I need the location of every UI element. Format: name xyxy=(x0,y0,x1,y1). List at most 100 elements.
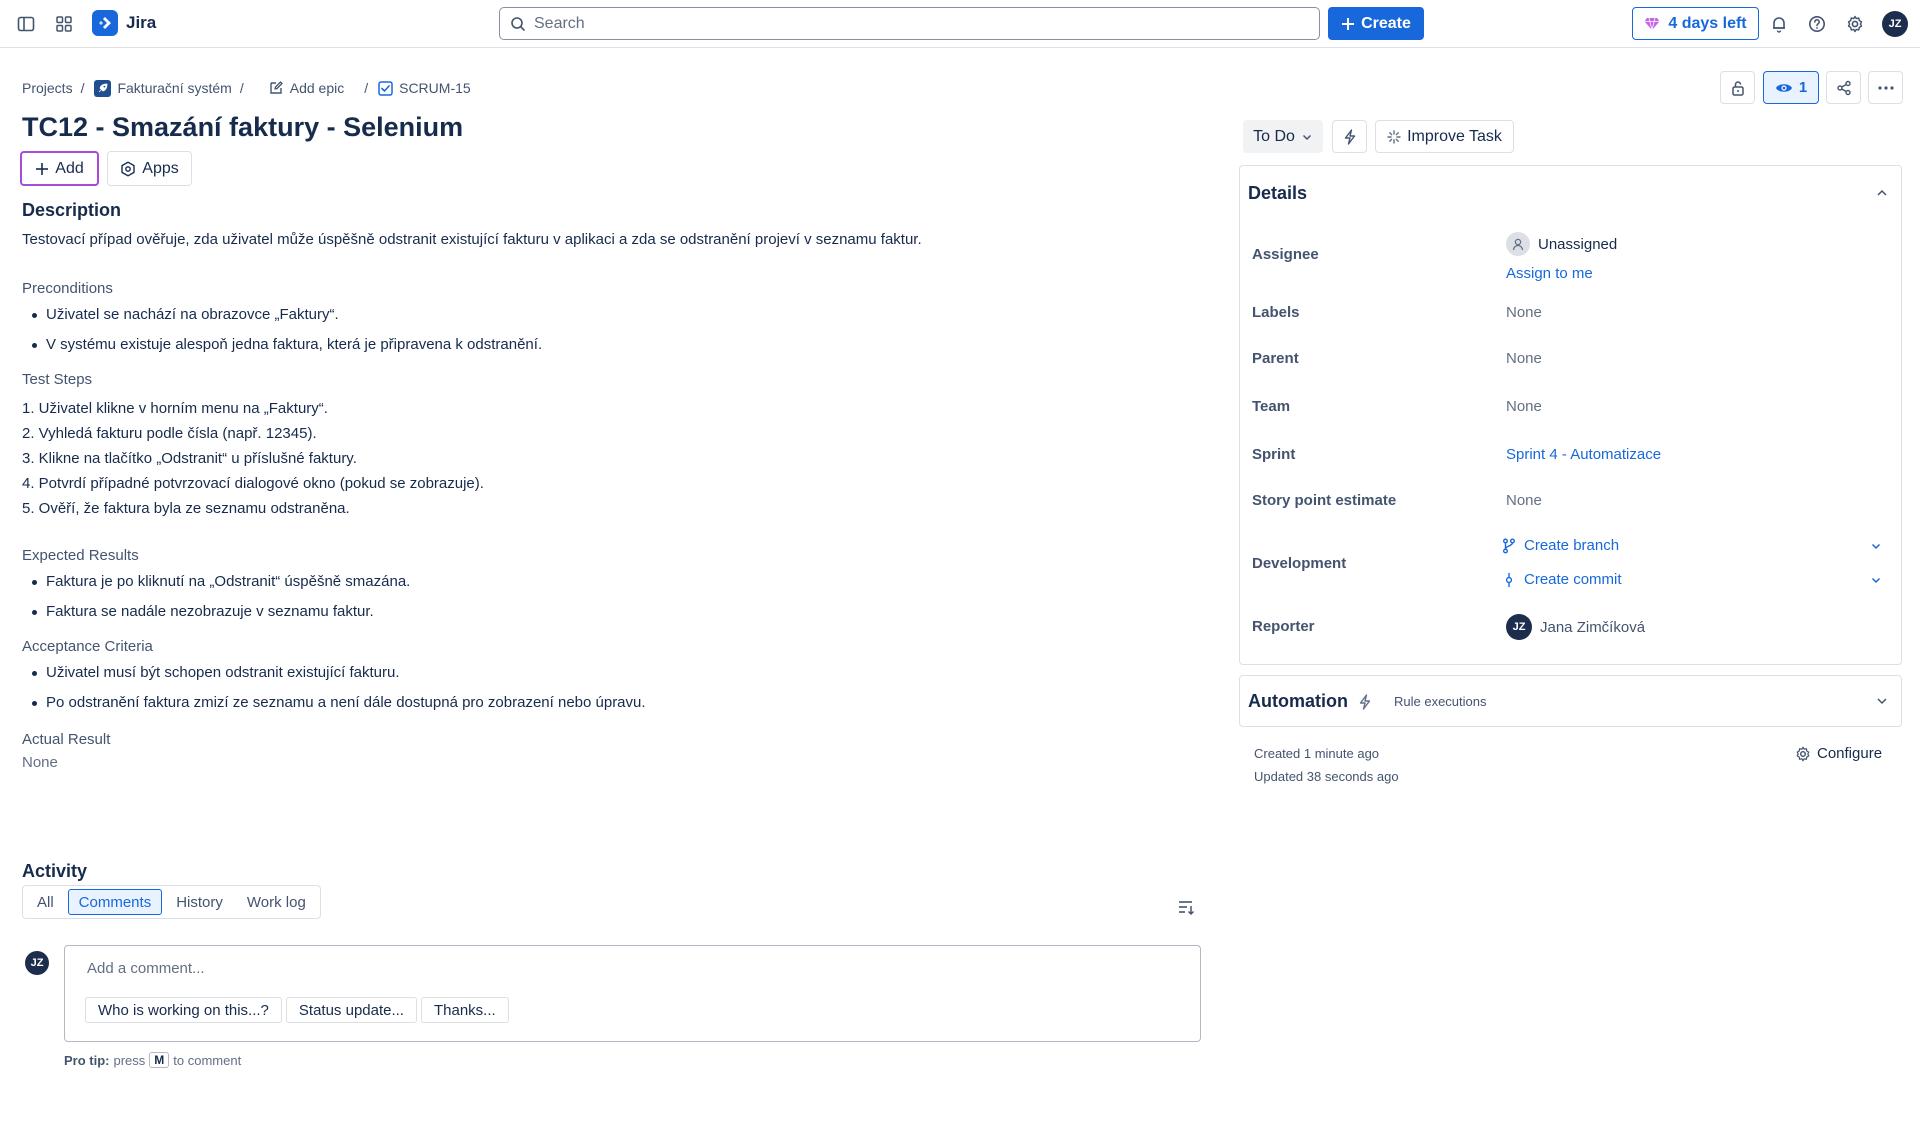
task-checkbox-icon xyxy=(378,80,393,96)
story-point-label: Story point estimate xyxy=(1252,492,1397,509)
comment-input[interactable] xyxy=(87,960,1087,977)
settings-icon[interactable] xyxy=(1842,11,1868,37)
watch-count: 1 xyxy=(1798,79,1808,96)
details-heading[interactable]: Details xyxy=(1248,183,1307,204)
improve-task-label: Improve Task xyxy=(1407,127,1502,145)
chevron-down-icon xyxy=(1301,131,1313,143)
created-timestamp: Created 1 minute ago xyxy=(1254,746,1380,761)
apps-hexagon-icon xyxy=(120,161,136,177)
chevron-down-icon[interactable] xyxy=(1870,540,1882,552)
chevron-down-icon[interactable] xyxy=(1875,694,1889,708)
assignee-name: Unassigned xyxy=(1538,235,1618,253)
assignee-label: Assignee xyxy=(1252,246,1319,263)
notifications-icon[interactable] xyxy=(1766,11,1792,37)
sparkle-icon xyxy=(1387,129,1401,144)
quick-reply-chip[interactable]: Who is working on this...? xyxy=(85,997,282,1023)
list-item: 5. Ověří, že faktura byla ze seznamu ods… xyxy=(22,500,350,517)
tab-comments[interactable]: Comments xyxy=(67,889,163,915)
quick-reply-chips: Who is working on this...? Status update… xyxy=(85,997,509,1023)
quick-reply-chip[interactable]: Status update... xyxy=(285,997,417,1023)
acceptance-criteria-list: Uživatel musí být schopen odstranit exis… xyxy=(22,663,1192,713)
pro-tip-press: press xyxy=(113,1052,146,1068)
share-button[interactable] xyxy=(1826,71,1861,104)
app-name: Jira xyxy=(126,13,157,32)
search-icon xyxy=(510,16,526,32)
user-avatar[interactable]: JZ xyxy=(1882,11,1908,37)
apps-button[interactable]: Apps xyxy=(107,151,192,186)
top-navigation: Jira Create 4 days left JZ xyxy=(0,0,1920,48)
branch-icon xyxy=(1502,538,1516,554)
assignee-value[interactable]: Unassigned xyxy=(1506,232,1617,256)
pro-tip-key: M xyxy=(149,1052,170,1068)
story-point-value[interactable]: None xyxy=(1506,492,1542,509)
create-branch-row[interactable]: Create branch xyxy=(1502,537,1882,554)
automation-heading: Automation xyxy=(1248,691,1348,711)
automation-header: Automation Rule executions xyxy=(1248,691,1486,712)
assign-to-me-link[interactable]: Assign to me xyxy=(1506,265,1593,282)
improve-task-button[interactable]: Improve Task xyxy=(1375,120,1514,153)
help-icon[interactable] xyxy=(1804,11,1830,37)
lightning-icon xyxy=(1358,693,1372,710)
project-rocket-icon xyxy=(94,79,112,97)
chevron-down-icon[interactable] xyxy=(1870,574,1882,586)
chevron-up-icon[interactable] xyxy=(1875,186,1889,200)
breadcrumb-project-label: Fakturační systém xyxy=(117,80,232,96)
list-item: Faktura je po kliknutí na „Odstranit“ ús… xyxy=(22,572,1192,592)
tab-all[interactable]: All xyxy=(27,889,64,915)
breadcrumb: Projects / Fakturační systém / Add epic … xyxy=(22,78,471,98)
list-item: Faktura se nadále nezobrazuje v seznamu … xyxy=(22,602,1192,622)
parent-value[interactable]: None xyxy=(1506,350,1542,367)
create-button-label: Create xyxy=(1361,14,1411,32)
tab-work-log[interactable]: Work log xyxy=(237,889,316,915)
automation-panel[interactable]: Automation Rule executions xyxy=(1239,675,1902,727)
reporter-value[interactable]: JZ Jana Zimčíková xyxy=(1506,614,1645,640)
labels-value[interactable]: None xyxy=(1506,304,1542,321)
add-button[interactable]: Add xyxy=(20,151,99,186)
team-value[interactable]: None xyxy=(1506,398,1542,415)
jira-logo-icon xyxy=(92,10,118,36)
sprint-value[interactable]: Sprint 4 - Automatizace xyxy=(1506,446,1661,463)
jira-logo[interactable]: Jira xyxy=(92,10,156,36)
search-input[interactable] xyxy=(534,14,1294,33)
plus-icon xyxy=(1341,17,1355,31)
lightning-icon xyxy=(1343,128,1357,145)
comment-editor[interactable]: Who is working on this...? Status update… xyxy=(64,945,1201,1042)
breadcrumb-projects[interactable]: Projects xyxy=(22,80,73,96)
description-section[interactable]: Description Testovací případ ověřuje, zd… xyxy=(22,200,1192,771)
trial-button[interactable]: 4 days left xyxy=(1632,7,1759,40)
configure-button[interactable]: Configure xyxy=(1795,745,1882,762)
create-button[interactable]: Create xyxy=(1328,7,1424,40)
more-actions-button[interactable] xyxy=(1868,71,1903,104)
preconditions-title: Preconditions xyxy=(22,280,113,297)
pro-tip: Pro tip: press M to comment xyxy=(64,1052,241,1068)
breadcrumb-project[interactable]: Fakturační systém xyxy=(94,79,232,97)
issue-title[interactable]: TC12 - Smazání faktury - Selenium xyxy=(22,112,463,143)
reporter-name: Jana Zimčíková xyxy=(1540,618,1646,636)
gem-icon xyxy=(1644,17,1660,31)
breadcrumb-issue-key[interactable]: SCRUM-15 xyxy=(378,80,471,96)
tab-history[interactable]: History xyxy=(166,889,233,915)
actual-result-value: None xyxy=(22,754,58,771)
app-switcher-icon[interactable] xyxy=(51,11,77,37)
add-button-label: Add xyxy=(55,159,84,177)
lock-button[interactable] xyxy=(1720,71,1755,104)
eye-icon xyxy=(1775,81,1793,95)
rule-executions-link[interactable]: Rule executions xyxy=(1394,694,1487,709)
sidebar-toggle-icon[interactable] xyxy=(13,11,39,37)
watch-button[interactable]: 1 xyxy=(1763,71,1819,104)
development-label: Development xyxy=(1252,555,1347,572)
create-commit-row[interactable]: Create commit xyxy=(1502,571,1882,588)
trial-label: 4 days left xyxy=(1668,14,1747,32)
search-bar[interactable] xyxy=(499,7,1320,40)
list-item: V systému existuje alespoň jedna faktura… xyxy=(22,335,1192,355)
breadcrumb-add-epic[interactable]: Add epic xyxy=(268,80,344,96)
create-branch-label: Create branch xyxy=(1524,537,1620,554)
list-item: 3. Klikne na tlačítko „Odstranit“ u přís… xyxy=(22,450,357,467)
configure-label: Configure xyxy=(1817,745,1883,762)
reporter-avatar: JZ xyxy=(1506,614,1532,640)
status-dropdown[interactable]: To Do xyxy=(1243,120,1323,153)
quick-reply-chip[interactable]: Thanks... xyxy=(420,997,509,1023)
automation-button[interactable] xyxy=(1332,120,1367,153)
status-label: To Do xyxy=(1253,127,1295,145)
sort-icon[interactable] xyxy=(1177,898,1195,916)
